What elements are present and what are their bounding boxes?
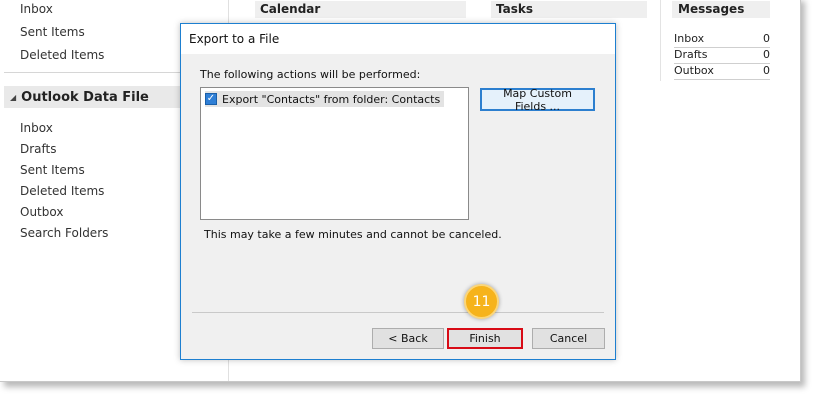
triangle-down-icon[interactable]: ◢	[10, 93, 16, 102]
dialog-titlebar[interactable]: Export to a File	[181, 24, 615, 54]
dialog-title: Export to a File	[189, 32, 280, 46]
checkmark-icon[interactable]: ✓	[205, 93, 217, 105]
dialog-note: This may take a few minutes and cannot b…	[204, 228, 502, 241]
messages-row-outbox[interactable]: Outbox 0	[674, 64, 770, 80]
messages-row-drafts[interactable]: Drafts 0	[674, 48, 770, 64]
messages-row-count: 0	[763, 64, 770, 77]
messages-row-count: 0	[763, 32, 770, 45]
tasks-header: Tasks	[491, 1, 647, 18]
divider	[660, 0, 661, 81]
messages-row-label: Inbox	[674, 32, 705, 45]
calendar-header: Calendar	[255, 1, 466, 18]
messages-row-label: Outbox	[674, 64, 714, 77]
datafile-folder-outbox[interactable]: Outbox	[20, 205, 63, 219]
action-item-label: Export "Contacts" from folder: Contacts	[222, 92, 441, 106]
messages-row-inbox[interactable]: Inbox 0	[674, 32, 770, 48]
action-list-item[interactable]: ✓ Export "Contacts" from folder: Contact…	[205, 91, 445, 107]
datafile-folder-search-folders[interactable]: Search Folders	[20, 226, 108, 240]
datafile-folder-deleted-items[interactable]: Deleted Items	[20, 184, 104, 198]
datafile-folder-sent-items[interactable]: Sent Items	[20, 163, 85, 177]
actions-listbox[interactable]: ✓ Export "Contacts" from folder: Contact…	[200, 87, 469, 220]
back-button[interactable]: < Back	[372, 328, 444, 349]
datafile-folder-inbox[interactable]: Inbox	[20, 121, 53, 135]
export-dialog: Export to a File The following actions w…	[180, 23, 616, 360]
divider	[192, 312, 604, 313]
finish-button[interactable]: Finish	[447, 328, 523, 349]
folder-sent-items[interactable]: Sent Items	[20, 25, 85, 39]
step-callout-badge: 11	[464, 284, 499, 319]
folder-inbox[interactable]: Inbox	[20, 2, 53, 16]
datafile-folder-drafts[interactable]: Drafts	[20, 142, 57, 156]
map-custom-fields-button[interactable]: Map Custom Fields ...	[480, 87, 595, 113]
messages-header: Messages	[672, 1, 770, 18]
messages-row-count: 0	[763, 48, 770, 61]
cancel-button[interactable]: Cancel	[532, 328, 605, 349]
messages-row-label: Drafts	[674, 48, 708, 61]
folder-deleted-items[interactable]: Deleted Items	[20, 48, 104, 62]
data-file-label: Outlook Data File	[21, 89, 149, 105]
actions-label: The following actions will be performed:	[200, 68, 421, 81]
